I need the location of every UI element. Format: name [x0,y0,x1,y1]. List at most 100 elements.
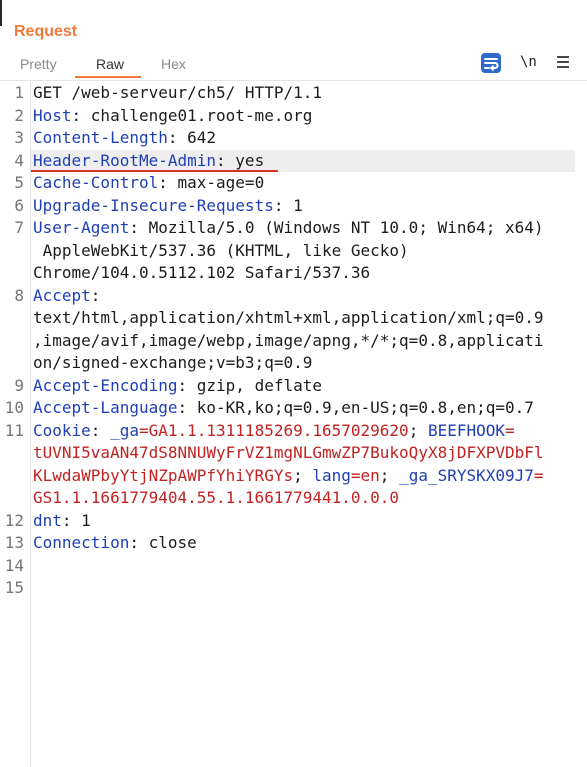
code-line: 11 Cookie: _ga=GA1.1.1311185269.165702962… [0,420,587,442]
header-value: : yes [216,150,265,170]
word-wrap-button[interactable] [480,52,502,73]
cookie-value: KLwdaWPbyYtjNZpAWPfYhiYRGYs [33,465,294,485]
line-content: ,image/avif,image/webp,image/apng,*/*;q=… [33,330,544,352]
line-number: 15 [4,578,24,597]
header-name: Upgrade-Insecure-Requests [33,195,274,215]
line-number: 5 [14,173,24,192]
header-value: : 642 [167,128,217,147]
line-number: 6 [14,195,24,215]
line-number: 2 [14,105,24,125]
line-content: on/signed-exchange;v=b3;q=0.9 [33,352,312,374]
header-value: : max-age=0 [158,173,265,192]
cookie-value: =GA1.1.1311185269.1657029620 [138,420,409,440]
cookie-name: lang [312,465,351,485]
code-line: ,image/avif,image/webp,image/apng,*/*;q=… [0,330,587,352]
line-number: 1 [14,83,24,102]
line-content: AppleWebKit/537.36 (KHTML, like Gecko) [33,240,409,262]
line-content: Upgrade-Insecure-Requests: 1 [33,195,303,217]
header-name: Cookie [33,420,91,440]
line-content: Cache-Control: max-age=0 [33,172,264,194]
cookie-value: =en [350,465,380,485]
code-line: 4 Header-RootMe-Admin: yes [0,149,587,172]
header-name: Content-Length [33,128,168,147]
header-name: Host [33,105,72,125]
tab-raw[interactable]: Raw [96,55,124,73]
header-value: : gzip, deflate [177,375,323,395]
separator: ; [379,465,400,485]
line-content: Accept-Encoding: gzip, deflate [33,375,322,397]
tab-hex[interactable]: Hex [161,55,186,73]
cookie-value: GS1.1.1661779404.55.1.1661779441.0.0.0 [33,488,400,507]
header-value: : 1 [273,195,303,215]
code-line: on/signed-exchange;v=b3;q=0.9 [0,352,587,374]
line-number: 3 [14,128,24,147]
header-name: Cache-Control [33,173,159,192]
line-text: on/signed-exchange;v=b3;q=0.9 [33,353,313,372]
line-number: 4 [14,150,24,170]
header-value: : Mozilla/5.0 (Windows NT 10.0; Win64; x… [129,218,544,237]
code-line: 3 Content-Length: 642 [0,127,587,149]
line-content: User-Agent: Mozilla/5.0 (Windows NT 10.0… [33,217,544,239]
code-line: GS1.1.1661779404.55.1.1661779441.0.0.0 [0,487,587,509]
line-content: Connection: close [33,532,197,554]
code-line: tUVNI5vaAN47dS8NNUWyFrVZ1mgNLGmwZP7BukoQ… [0,442,587,464]
header-value: : challenge01.root-me.org [71,105,313,125]
header-value: : 1 [61,510,91,530]
line-number: 7 [14,218,24,237]
cookie-name: _ga_SRYSKX09J7 [399,465,534,485]
hamburger-menu-icon [557,56,569,68]
header-value: : close [129,533,197,552]
panel-title: Request [14,23,78,40]
code-line: AppleWebKit/537.36 (KHTML, like Gecko) [0,240,587,262]
tab-pretty[interactable]: Pretty [20,55,57,73]
line-text: AppleWebKit/537.36 (KHTML, like Gecko) [33,240,409,260]
line-content: GS1.1.1661779404.55.1.1661779441.0.0.0 [33,487,399,509]
raw-request-editor[interactable]: 1 GET /web-serveur/ch5/ HTTP/1.1 2 Host: ch… [0,81,587,767]
show-newlines-button[interactable]: \n [520,52,540,72]
line-content: GET /web-serveur/ch5/ HTTP/1.1 [33,82,322,104]
code-line: 12 dnt: 1 [0,510,587,532]
line-number: 9 [14,375,24,395]
menu-button[interactable] [555,52,571,72]
code-line: 8 Accept: [0,285,587,307]
header-value: : ko-KR,ko;q=0.9,en-US;q=0.8,en;q=0.7 [177,398,534,417]
code-line: 5 Cache-Control: max-age=0 [0,172,587,194]
code-line: 10 Accept-Language: ko-KR,ko;q=0.9,en-US;… [0,397,587,419]
window-edge [0,0,2,26]
line-text: GET /web-serveur/ch5/ HTTP/1.1 [33,83,322,102]
line-content: Host: challenge01.root-me.org [33,105,312,127]
code-line: 6 Upgrade-Insecure-Requests: 1 [0,195,587,217]
header-name: dnt [33,510,62,530]
code-line: KLwdaWPbyYtjNZpAWPfYhiYRGYs; lang=en; _g… [0,465,587,487]
separator: : [90,420,111,440]
code-line: 15 [0,577,587,599]
header-name: Accept-Language [33,398,178,417]
line-number: 11 [4,420,24,440]
code-line: 13 Connection: close [0,532,587,554]
code-line: Chrome/104.0.5112.102 Safari/537.36 [0,262,587,284]
header-name: Accept-Encoding [33,375,178,395]
header-value: : [90,285,101,305]
header-name: Header-RootMe-Admin [33,150,217,170]
code-line: 7 User-Agent: Mozilla/5.0 (Windows NT 10.… [0,217,587,239]
code-line: 9 Accept-Encoding: gzip, deflate [0,375,587,397]
cookie-name: BEEFHOOK [427,420,506,440]
header-name: Accept [33,285,91,305]
code-line: 14 [0,555,587,577]
cookie-value: = [505,420,515,440]
line-content: Cookie: _ga=GA1.1.1311185269.1657029620;… [33,420,515,442]
line-content: Accept-Language: ko-KR,ko;q=0.9,en-US;q=… [33,397,534,419]
line-content: Accept: [33,285,100,307]
line-number: 13 [4,533,24,552]
cookie-value: tUVNI5vaAN47dS8NNUWyFrVZ1mgNLGmwZP7BukoQ… [33,443,544,462]
cookie-value: = [533,465,544,485]
line-number: 8 [14,285,24,305]
cookie-name: _ga [110,420,139,440]
line-text: Chrome/104.0.5112.102 Safari/537.36 [33,263,371,282]
line-text: ,image/avif,image/webp,image/apng,*/*;q=… [33,330,544,350]
line-content: text/html,application/xhtml+xml,applicat… [33,307,544,329]
line-number: 14 [4,555,24,575]
header-name: Connection [33,533,130,552]
line-content: Header-RootMe-Admin: yes [33,150,264,172]
separator: ; [293,465,313,485]
